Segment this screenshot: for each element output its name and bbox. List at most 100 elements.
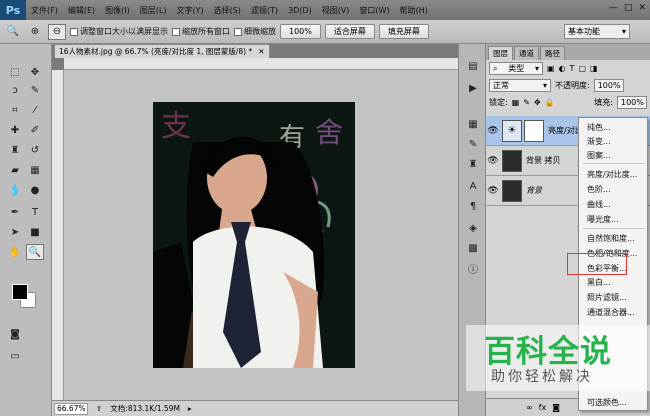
eye-icon[interactable]: 👁: [486, 126, 500, 136]
menu-window[interactable]: 窗口(W): [354, 5, 394, 16]
clone-source-panel-icon[interactable]: ♜: [464, 156, 482, 172]
lock-label: 锁定:: [489, 98, 508, 107]
workspace-select[interactable]: 基本功能 ▾: [564, 24, 630, 39]
menu-item-solid-color[interactable]: 纯色...: [587, 122, 611, 133]
menu-type[interactable]: 文字(Y): [171, 5, 208, 16]
shape-filter-icon[interactable]: ▢: [578, 64, 586, 73]
gradient-tool-icon[interactable]: ▦: [26, 162, 44, 178]
fit-screen-button[interactable]: 适合屏幕: [324, 24, 375, 39]
maximize-button[interactable]: □: [624, 3, 633, 13]
menu-select[interactable]: 选择(S): [209, 5, 246, 16]
menu-file[interactable]: 文件(F): [26, 5, 63, 16]
add-mask-icon[interactable]: ◙: [552, 403, 560, 412]
layer-mask-thumbnail[interactable]: [524, 119, 544, 142]
zoom-tool-icon[interactable]: 🔍: [26, 244, 44, 260]
eraser-tool-icon[interactable]: ▰: [6, 162, 24, 178]
menu-item-gradient[interactable]: 渐变...: [587, 136, 611, 147]
eye-icon[interactable]: 👁: [486, 156, 500, 166]
blur-tool-icon[interactable]: 💧: [6, 182, 24, 198]
foreground-color-swatch[interactable]: [12, 284, 28, 300]
clone-stamp-icon[interactable]: ♜: [6, 142, 24, 158]
navigator-panel-icon[interactable]: ▩: [464, 240, 482, 256]
menu-item-exposure[interactable]: 曝光度...: [587, 214, 619, 225]
menu-image[interactable]: 图像(I): [100, 5, 135, 16]
layer-filter-select[interactable]: ⌕ 类型 ▾: [489, 62, 543, 75]
menu-layer[interactable]: 图层(L): [135, 5, 172, 16]
layer-style-icon[interactable]: fx: [539, 403, 547, 412]
blend-mode-select[interactable]: 正常 ▾: [489, 79, 551, 92]
info-panel-icon[interactable]: ⓘ: [464, 260, 482, 276]
lasso-tool-icon[interactable]: ↄ: [6, 82, 24, 98]
scrubby-zoom-checkbox[interactable]: 细微缩放: [234, 26, 276, 37]
lock-pixels-icon[interactable]: ✎: [523, 98, 530, 107]
tab-channels[interactable]: 通道: [514, 46, 539, 60]
history-panel-icon[interactable]: ▤: [464, 58, 482, 74]
menu-3d[interactable]: 3D(D): [283, 6, 317, 15]
menu-item-selective-color[interactable]: 可选颜色...: [587, 397, 627, 408]
menu-item-brightness-contrast[interactable]: 亮度/对比度...: [587, 169, 637, 180]
menu-item-photo-filter[interactable]: 照片滤镜...: [587, 292, 627, 303]
menu-item-pattern[interactable]: 图案...: [587, 150, 611, 161]
tab-layers[interactable]: 图层: [488, 46, 513, 60]
share-icon[interactable]: ⇪: [96, 404, 102, 413]
menu-help[interactable]: 帮助(H): [395, 5, 433, 16]
type-tool-icon[interactable]: T: [26, 204, 44, 220]
document-tab[interactable]: 16人物素材.jpg @ 66.7% (亮度/对比度 1, 图层蒙版/8) * …: [54, 44, 270, 58]
fill-screen-button[interactable]: 填充屏幕: [378, 24, 429, 39]
lock-all-icon[interactable]: 🔒: [545, 98, 555, 107]
menu-item-vibrance[interactable]: 自然饱和度...: [587, 233, 635, 244]
brush-panel-icon[interactable]: ✎: [464, 136, 482, 152]
type-filter-icon[interactable]: T: [570, 64, 575, 73]
marquee-tool-icon[interactable]: ⬚: [6, 64, 24, 80]
zoom-tool-preset-icon[interactable]: 🔍: [4, 24, 22, 40]
resize-windows-checkbox[interactable]: 调整窗口大小以满屏显示: [70, 26, 168, 37]
menu-view[interactable]: 视图(V): [317, 5, 355, 16]
paragraph-panel-icon[interactable]: ¶: [464, 198, 482, 214]
menu-edit[interactable]: 编辑(E): [63, 5, 100, 16]
path-select-tool-icon[interactable]: ➤: [6, 224, 24, 240]
link-layers-icon[interactable]: ∞: [526, 403, 533, 412]
fill-field[interactable]: 100%: [617, 96, 647, 109]
menu-item-channel-mixer[interactable]: 通道混合器...: [587, 307, 635, 318]
quick-select-tool-icon[interactable]: ✎: [26, 82, 44, 98]
crop-tool-icon[interactable]: ⌗: [6, 102, 24, 118]
3d-panel-icon[interactable]: ◈: [464, 220, 482, 236]
pen-tool-icon[interactable]: ✒: [6, 204, 24, 220]
brush-tool-icon[interactable]: ✐: [26, 122, 44, 138]
close-tab-icon[interactable]: ✕: [258, 47, 264, 56]
hand-tool-icon[interactable]: ✋: [6, 244, 24, 260]
portrait-photo[interactable]: 支 有 舍: [153, 102, 355, 368]
menu-item-black-white[interactable]: 黑白...: [587, 277, 611, 288]
zoom-out-icon[interactable]: ⊖: [48, 23, 66, 40]
menu-item-levels[interactable]: 色阶...: [587, 184, 611, 195]
zoom-in-icon[interactable]: ⊕: [26, 24, 44, 40]
adjustment-filter-icon[interactable]: ◐: [559, 64, 566, 73]
eye-icon[interactable]: 👁: [486, 186, 500, 196]
dodge-tool-icon[interactable]: ●: [26, 182, 44, 198]
history-brush-icon[interactable]: ↺: [26, 142, 44, 158]
menu-filter[interactable]: 滤镜(T): [246, 5, 283, 16]
zoom-level-field[interactable]: 66.67%: [54, 402, 88, 415]
character-panel-icon[interactable]: A: [464, 178, 482, 194]
lock-position-icon[interactable]: ✥: [534, 98, 541, 107]
eyedropper-tool-icon[interactable]: ⁄: [26, 102, 44, 118]
quick-mask-icon[interactable]: ◙: [6, 326, 24, 342]
swatches-panel-icon[interactable]: ▦: [464, 116, 482, 132]
menu-item-curves[interactable]: 曲线...: [587, 199, 611, 210]
screen-mode-icon[interactable]: ▭: [6, 348, 24, 364]
shape-tool-icon[interactable]: ■: [26, 224, 44, 240]
healing-brush-icon[interactable]: ✚: [6, 122, 24, 138]
zoom-100-button[interactable]: 100%: [280, 24, 321, 39]
zoom-all-windows-checkbox[interactable]: 缩放所有窗口: [172, 26, 230, 37]
pixel-filter-icon[interactable]: ▣: [547, 64, 555, 73]
canvas-area[interactable]: 支 有 舍: [64, 70, 458, 400]
actions-panel-icon[interactable]: ▶: [464, 80, 482, 96]
tab-paths[interactable]: 路径: [540, 46, 565, 60]
smart-object-filter-icon[interactable]: ◨: [590, 64, 598, 73]
close-button[interactable]: ✕: [638, 3, 646, 13]
status-menu-arrow-icon[interactable]: ▸: [188, 404, 192, 413]
move-tool-icon[interactable]: ✥: [26, 64, 44, 80]
minimize-button[interactable]: —: [609, 3, 618, 13]
lock-transparent-icon[interactable]: ▦: [512, 98, 520, 107]
opacity-field[interactable]: 100%: [593, 79, 624, 92]
